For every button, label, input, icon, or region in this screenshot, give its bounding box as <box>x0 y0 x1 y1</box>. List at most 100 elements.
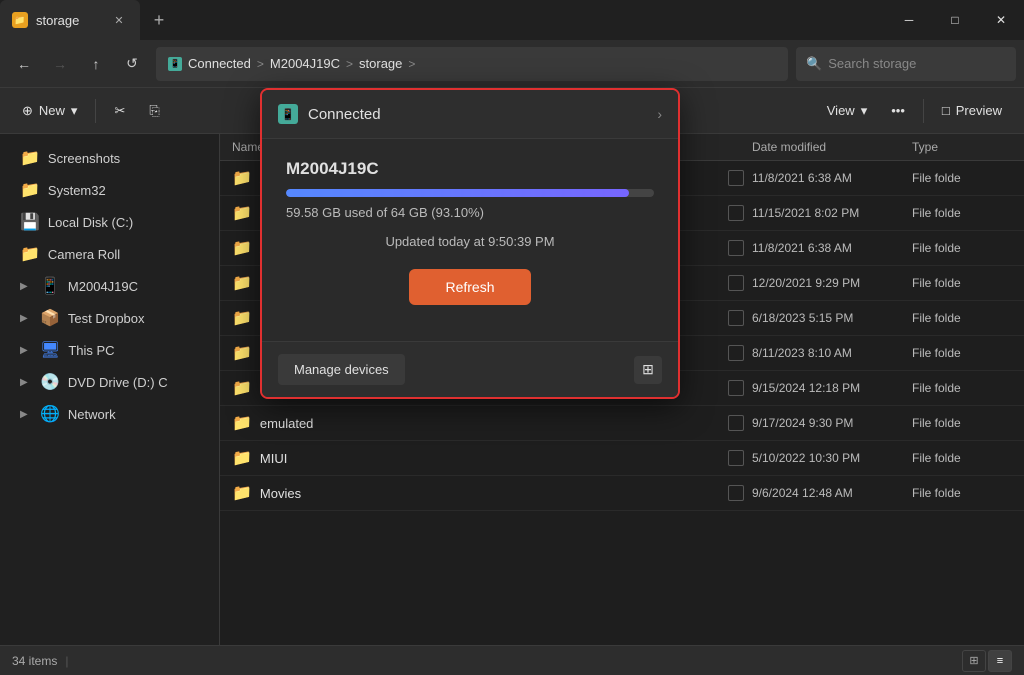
breadcrumb-sep3: > <box>408 57 415 71</box>
file-date: 11/8/2021 6:38 AM <box>752 241 912 255</box>
file-folder-icon: 📁 <box>232 378 252 398</box>
sidebar-item-camera-roll[interactable]: 📁 Camera Roll <box>4 238 215 270</box>
file-date: 12/20/2021 9:29 PM <box>752 276 912 290</box>
file-folder-icon: 📁 <box>232 448 252 468</box>
breadcrumb-phone-icon: 📱 <box>168 57 182 71</box>
refresh-nav-button[interactable]: ↺ <box>116 48 148 80</box>
manage-devices-button[interactable]: Manage devices <box>278 354 405 385</box>
sidebar-item-screenshots[interactable]: 📁 Screenshots <box>4 142 215 174</box>
grid-view-button[interactable]: ⊞ <box>962 650 986 672</box>
col-date-header: Date modified <box>752 140 912 154</box>
table-row[interactable]: 📁 Movies 9/6/2024 12:48 AM File folde <box>220 476 1024 511</box>
file-date: 11/8/2021 6:38 AM <box>752 171 912 185</box>
sidebar-item-this-pc[interactable]: ▶ 🖥 This PC <box>4 334 215 366</box>
phone-indicator <box>728 205 744 221</box>
phone-indicator <box>728 170 744 186</box>
breadcrumb[interactable]: 📱 Connected > M2004J19C > storage > <box>156 47 788 81</box>
file-type: File folde <box>912 241 1012 255</box>
phone-indicator <box>728 275 744 291</box>
new-tab-button[interactable]: + <box>144 5 174 35</box>
sidebar: 📁 Screenshots 📁 System32 💾 Local Disk (C… <box>0 134 220 645</box>
active-tab[interactable]: 📁 storage ✕ <box>0 0 140 40</box>
status-separator: | <box>65 654 68 668</box>
new-button[interactable]: ⊕ New ▾ <box>12 98 87 124</box>
toolbar-right: View ▾ ••• □ Preview <box>817 98 1012 124</box>
window-controls: ─ □ ✕ <box>886 0 1024 40</box>
view-icons: ⊞ ≡ <box>962 650 1012 672</box>
copy-button[interactable]: ⎘ <box>139 98 169 124</box>
popup-header: 📱 Connected › <box>262 90 678 139</box>
sidebar-label-network: Network <box>68 407 116 422</box>
item-count: 34 items <box>12 654 57 668</box>
sidebar-label-camera-roll: Camera Roll <box>48 247 120 262</box>
sidebar-item-m2004j19c[interactable]: ▶ 📱 M2004J19C <box>4 270 215 302</box>
sidebar-item-system32[interactable]: 📁 System32 <box>4 174 215 206</box>
col-type-header: Type <box>912 140 1012 154</box>
phone-indicator <box>728 345 744 361</box>
sidebar-item-test-dropbox[interactable]: ▶ 📦 Test Dropbox <box>4 302 215 334</box>
expand-icon: ▶ <box>20 377 32 388</box>
title-bar-left: 📁 storage ✕ + <box>0 0 886 40</box>
list-view-button[interactable]: ≡ <box>988 650 1012 672</box>
expand-icon: ▶ <box>20 313 32 324</box>
file-date: 5/10/2022 10:30 PM <box>752 451 912 465</box>
phone-indicator <box>728 310 744 326</box>
storage-bar-container <box>286 189 654 197</box>
updated-text: Updated today at 9:50:39 PM <box>286 234 654 249</box>
view-label: View <box>827 103 855 118</box>
tab-close-button[interactable]: ✕ <box>110 11 128 29</box>
popup-footer: Manage devices ⊞ <box>262 341 678 397</box>
sidebar-item-local-disk[interactable]: 💾 Local Disk (C:) <box>4 206 215 238</box>
sidebar-label-m2004j19c: M2004J19C <box>68 279 138 294</box>
pc-icon: 🖥 <box>40 340 60 360</box>
popup-title: Connected <box>308 106 647 123</box>
file-name: MIUI <box>260 451 287 466</box>
file-date: 9/6/2024 12:48 AM <box>752 486 912 500</box>
file-type: File folde <box>912 416 1012 430</box>
phone-indicator <box>728 450 744 466</box>
forward-button[interactable]: → <box>44 48 76 80</box>
file-folder-icon: 📁 <box>232 168 252 188</box>
search-placeholder: Search storage <box>828 56 916 71</box>
file-date: 11/15/2021 8:02 PM <box>752 206 912 220</box>
title-bar: 📁 storage ✕ + ─ □ ✕ <box>0 0 1024 40</box>
table-row[interactable]: 📁 emulated 9/17/2024 9:30 PM File folde <box>220 406 1024 441</box>
file-type: File folde <box>912 171 1012 185</box>
search-box[interactable]: 🔍 Search storage <box>796 47 1016 81</box>
maximize-button[interactable]: □ <box>932 0 978 40</box>
sidebar-item-dvd-drive[interactable]: ▶ 💿 DVD Drive (D:) C <box>4 366 215 398</box>
file-folder-icon: 📁 <box>232 413 252 433</box>
popup-phone-icon: 📱 <box>278 104 298 124</box>
file-type: File folde <box>912 381 1012 395</box>
file-folder-icon: 📁 <box>232 343 252 363</box>
phone-indicator <box>728 380 744 396</box>
folder-icon: 📁 <box>20 180 40 200</box>
up-button[interactable]: ↑ <box>80 48 112 80</box>
minimize-button[interactable]: ─ <box>886 0 932 40</box>
cut-button[interactable]: ✂ <box>104 98 135 124</box>
breadcrumb-sep2: > <box>346 57 353 71</box>
refresh-button[interactable]: Refresh <box>409 269 530 305</box>
manage-icon-button[interactable]: ⊞ <box>634 356 662 384</box>
tab-title: storage <box>36 13 102 28</box>
back-button[interactable]: ← <box>8 48 40 80</box>
address-bar: ← → ↑ ↺ 📱 Connected > M2004J19C > storag… <box>0 40 1024 88</box>
view-button[interactable]: View ▾ <box>817 98 877 124</box>
expand-icon: ▶ <box>20 281 32 292</box>
file-folder-icon: 📁 <box>232 238 252 258</box>
sidebar-item-network[interactable]: ▶ 🌐 Network <box>4 398 215 430</box>
window-close-button[interactable]: ✕ <box>978 0 1024 40</box>
file-date: 9/15/2024 12:18 PM <box>752 381 912 395</box>
more-button[interactable]: ••• <box>881 98 915 123</box>
sidebar-label-this-pc: This PC <box>68 343 114 358</box>
toolbar-separator <box>95 99 96 123</box>
preview-button[interactable]: □ Preview <box>932 98 1012 123</box>
file-folder-icon: 📁 <box>232 273 252 293</box>
breadcrumb-connected: Connected <box>188 56 251 71</box>
new-label: New <box>39 103 65 118</box>
phone-icon: 📱 <box>40 276 60 296</box>
cut-icon: ✂ <box>114 103 125 119</box>
network-icon: 🌐 <box>40 404 60 424</box>
table-row[interactable]: 📁 MIUI 5/10/2022 10:30 PM File folde <box>220 441 1024 476</box>
tab-folder-icon: 📁 <box>12 12 28 28</box>
